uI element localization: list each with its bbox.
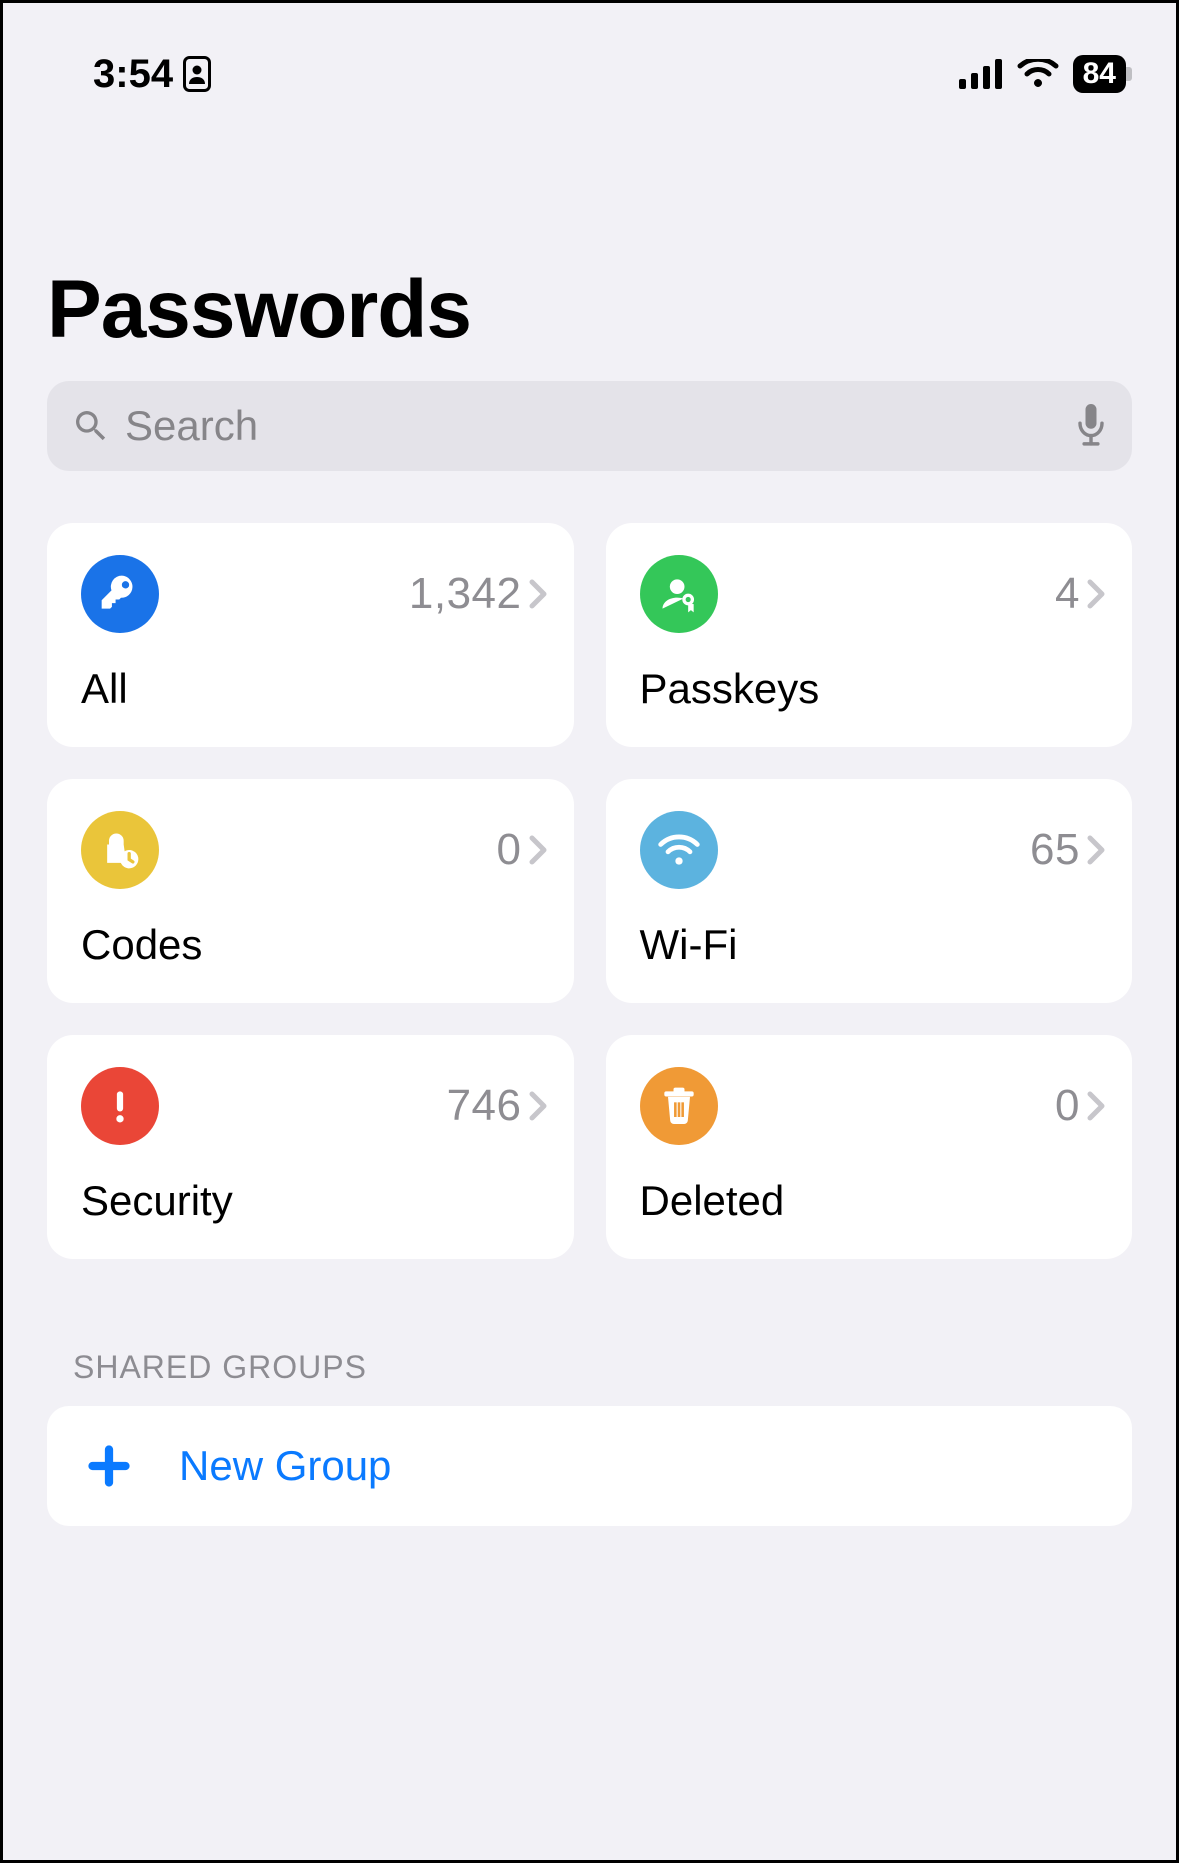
new-group-button[interactable]: New Group bbox=[47, 1406, 1132, 1526]
card-codes-label: Codes bbox=[81, 921, 548, 969]
card-wifi-count: 65 bbox=[1030, 825, 1080, 875]
new-group-label: New Group bbox=[179, 1442, 391, 1490]
chevron-right-icon bbox=[528, 1090, 548, 1122]
card-wifi[interactable]: 65 Wi-Fi bbox=[606, 779, 1133, 1003]
category-grid: 1,342 All 4 Passkeys bbox=[3, 523, 1176, 1259]
card-passkeys[interactable]: 4 Passkeys bbox=[606, 523, 1133, 747]
trash-icon bbox=[640, 1067, 718, 1145]
wifi-icon bbox=[1017, 59, 1059, 89]
status-time: 3:54 bbox=[93, 52, 173, 97]
person-key-icon bbox=[640, 555, 718, 633]
card-all[interactable]: 1,342 All bbox=[47, 523, 574, 747]
search-icon bbox=[71, 406, 111, 446]
status-bar: 3:54 84 bbox=[3, 3, 1176, 123]
card-security-label: Security bbox=[81, 1177, 548, 1225]
id-card-icon bbox=[183, 56, 211, 92]
wifi-icon bbox=[640, 811, 718, 889]
battery-indicator: 84 bbox=[1073, 55, 1126, 93]
chevron-right-icon bbox=[1086, 1090, 1106, 1122]
shared-groups-header: SHARED GROUPS bbox=[3, 1259, 1176, 1406]
microphone-icon[interactable] bbox=[1074, 404, 1108, 448]
card-deleted[interactable]: 0 Deleted bbox=[606, 1035, 1133, 1259]
cellular-icon bbox=[959, 59, 1003, 89]
alert-icon bbox=[81, 1067, 159, 1145]
card-security[interactable]: 746 Security bbox=[47, 1035, 574, 1259]
lock-clock-icon bbox=[81, 811, 159, 889]
card-deleted-label: Deleted bbox=[640, 1177, 1107, 1225]
search-input[interactable]: Search bbox=[47, 381, 1132, 471]
status-indicators: 84 bbox=[959, 55, 1126, 93]
plus-icon bbox=[87, 1444, 131, 1488]
page-title: Passwords bbox=[3, 123, 1176, 381]
card-passkeys-count: 4 bbox=[1055, 569, 1080, 619]
chevron-right-icon bbox=[528, 834, 548, 866]
chevron-right-icon bbox=[1086, 834, 1106, 866]
search-placeholder: Search bbox=[125, 402, 1060, 450]
card-all-label: All bbox=[81, 665, 548, 713]
chevron-right-icon bbox=[1086, 578, 1106, 610]
card-codes[interactable]: 0 Codes bbox=[47, 779, 574, 1003]
card-wifi-label: Wi-Fi bbox=[640, 921, 1107, 969]
card-security-count: 746 bbox=[447, 1081, 522, 1131]
key-icon bbox=[81, 555, 159, 633]
card-codes-count: 0 bbox=[497, 825, 522, 875]
card-all-count: 1,342 bbox=[409, 569, 522, 619]
card-deleted-count: 0 bbox=[1055, 1081, 1080, 1131]
card-passkeys-label: Passkeys bbox=[640, 665, 1107, 713]
chevron-right-icon bbox=[528, 578, 548, 610]
status-time-wrap: 3:54 bbox=[93, 52, 211, 97]
